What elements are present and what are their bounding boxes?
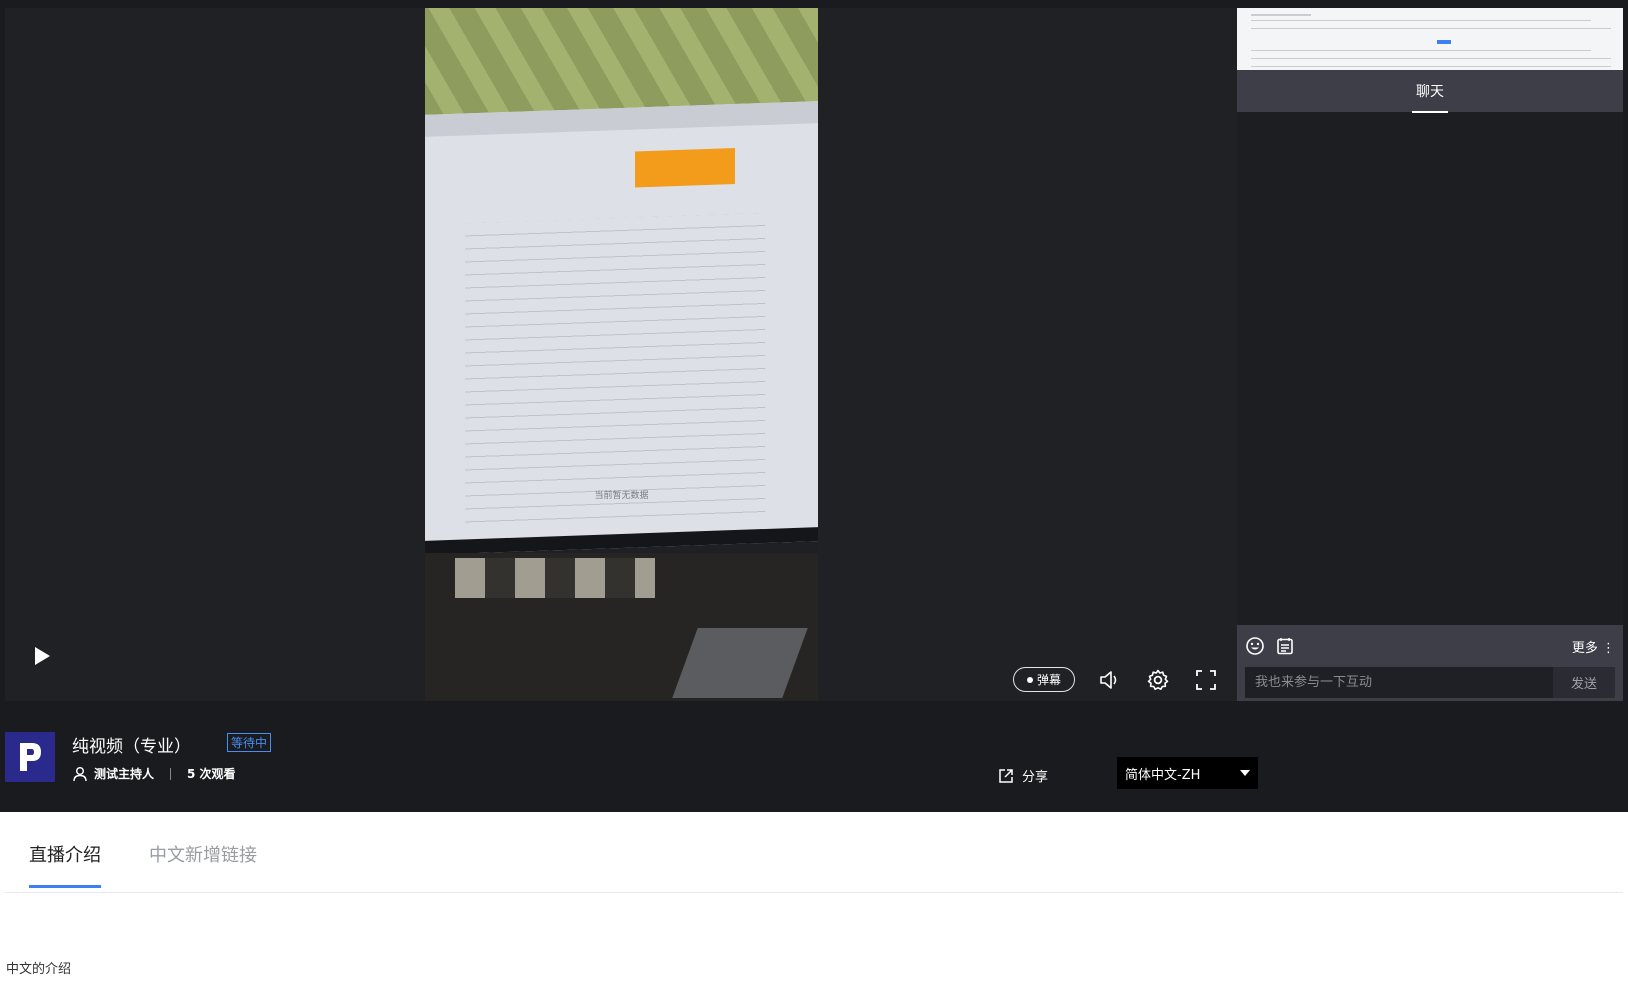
danmu-toggle[interactable]: 弹幕	[1013, 667, 1075, 692]
settings-icon[interactable]	[1146, 668, 1170, 692]
language-select[interactable]: 简体中文-ZH	[1117, 757, 1258, 789]
notes-icon[interactable]	[1275, 636, 1295, 656]
chat-tabbar: 聊天	[1237, 70, 1623, 113]
content-tabs: 直播介绍 中文新增链接	[5, 812, 1623, 893]
more-label: 更多	[1571, 641, 1598, 656]
logo-icon	[20, 743, 41, 771]
room-meta: 测试主持人 5 次观看	[72, 765, 236, 782]
tab-live-intro[interactable]: 直播介绍	[29, 841, 101, 888]
video-screen-note: 当前暂无数据	[594, 491, 649, 501]
view-count: 5 次观看	[187, 767, 236, 781]
tab-new-link[interactable]: 中文新增链接	[149, 841, 257, 867]
play-icon[interactable]	[27, 642, 55, 670]
chevron-down-icon	[1240, 770, 1250, 776]
chat-input[interactable]	[1245, 667, 1553, 698]
page-title: 纯视频（专业）	[72, 737, 191, 757]
video-monitor-content	[425, 101, 818, 555]
room-info: 纯视频（专业） 等待中 测试主持人 5 次观看 分享 简体中文-ZH	[0, 701, 1628, 812]
host-name: 测试主持人	[94, 767, 155, 781]
share-label: 分享	[1022, 770, 1049, 785]
slide-thumbnail[interactable]	[1237, 8, 1623, 70]
volume-icon[interactable]	[1098, 668, 1122, 692]
meta-divider	[170, 767, 172, 780]
more-button[interactable]: 更多 ⋮	[1572, 637, 1615, 656]
chat-input-area: 更多 ⋮ 发送	[1237, 625, 1623, 701]
live-room-header: 当前暂无数据 弹幕 聊天 更多 ⋮ 我也来参与一下互动 发送 纯视频（专业） 等…	[0, 0, 1628, 812]
language-value: 简体中文-ZH	[1125, 767, 1201, 783]
chat-panel: 聊天 更多 ⋮ 发送	[1237, 8, 1623, 701]
share-icon	[999, 768, 1013, 783]
avatar	[5, 732, 55, 782]
fullscreen-icon[interactable]	[1194, 668, 1218, 692]
danmu-dot-icon	[1026, 676, 1033, 683]
host-icon	[73, 766, 87, 781]
video-frame[interactable]: 当前暂无数据	[425, 8, 818, 701]
danmu-label: 弹幕	[1036, 673, 1061, 687]
share-button[interactable]: 分享	[998, 766, 1048, 785]
status-badge: 等待中	[227, 733, 272, 752]
send-button[interactable]: 发送	[1553, 667, 1615, 698]
more-dots-icon: ⋮	[1602, 641, 1615, 656]
video-player[interactable]: 当前暂无数据 弹幕	[5, 8, 1237, 701]
emoji-icon[interactable]	[1245, 636, 1265, 656]
tab-chat[interactable]: 聊天	[1412, 81, 1448, 113]
intro-text: 中文的介绍	[6, 962, 72, 977]
